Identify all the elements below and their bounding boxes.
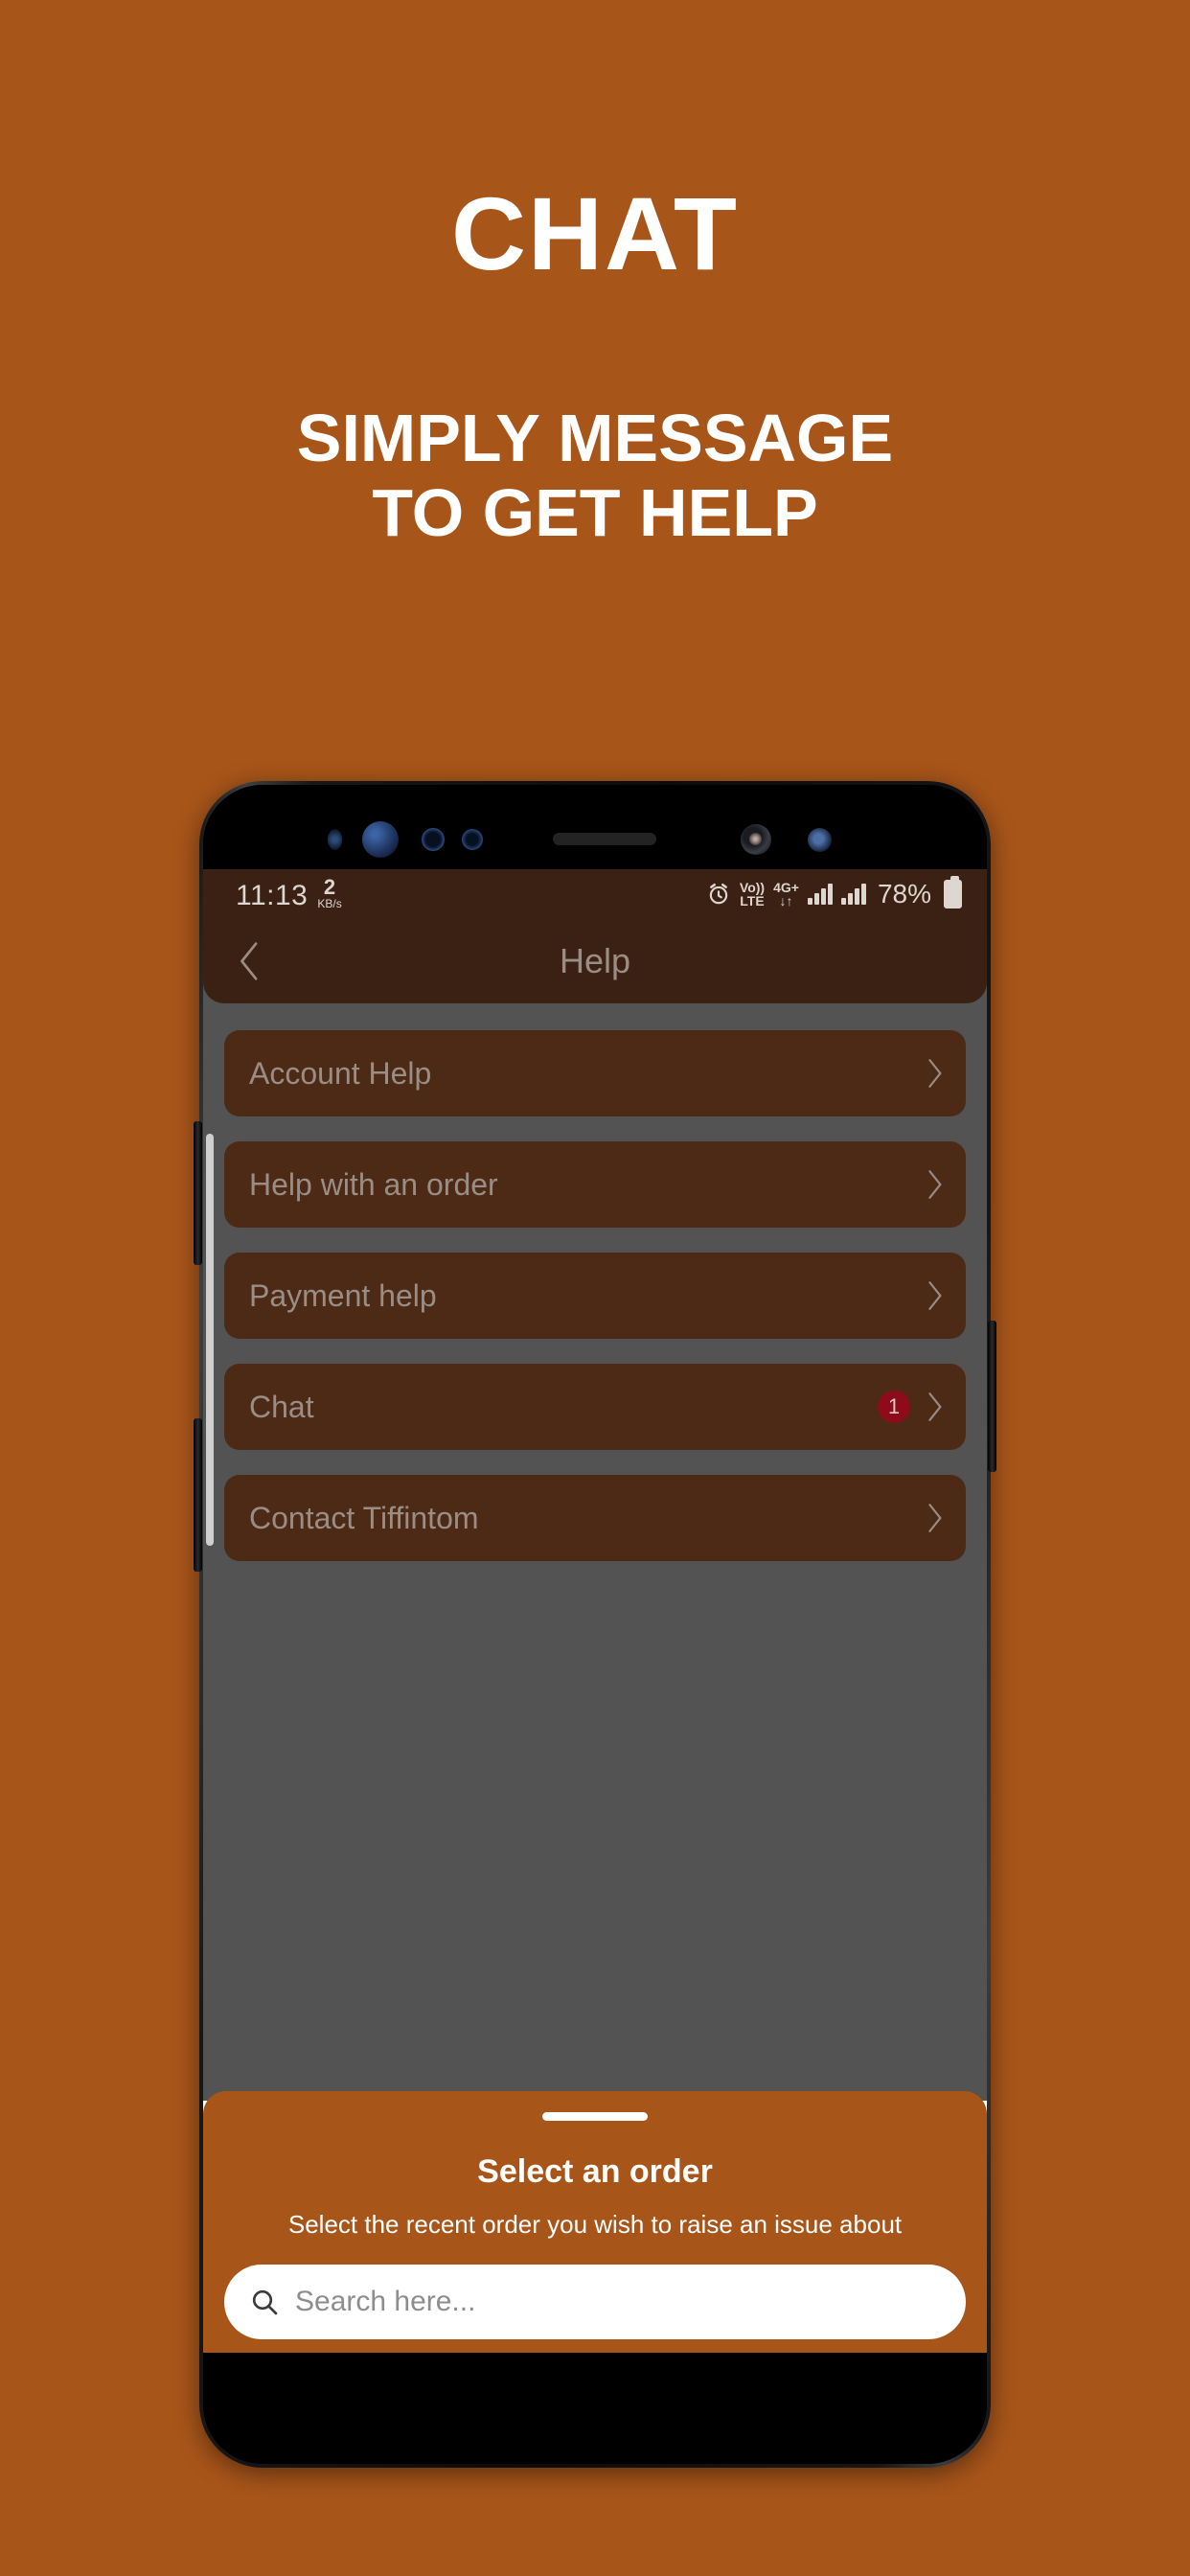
signal-bars-icon-sim1 bbox=[807, 884, 833, 905]
menu-item-payment-help[interactable]: Payment help bbox=[224, 1253, 966, 1339]
promo-subtitle-line-1: SIMPLY MESSAGE bbox=[296, 401, 894, 475]
status-bar-right: Vo)) LTE 4G+ ↓↑ 78% bbox=[706, 876, 962, 909]
app-bar: Help bbox=[203, 919, 987, 1003]
search-icon bbox=[252, 2289, 278, 2315]
vertical-scrollbar[interactable] bbox=[206, 1134, 214, 1546]
secondary-camera-icon bbox=[808, 828, 832, 852]
promo-title: CHAT bbox=[451, 175, 739, 291]
select-order-bottom-sheet: Select an order Select the recent order … bbox=[203, 2091, 987, 2353]
phone-device-mockup: 11:13 2 KB/s Vo)) LTE 4G+ ↓↑ 78% Help Ac… bbox=[199, 781, 991, 2468]
volte-icon: Vo)) LTE bbox=[740, 881, 765, 908]
menu-item-help-with-an-order[interactable]: Help with an order bbox=[224, 1141, 966, 1228]
chevron-right-icon bbox=[928, 1504, 942, 1532]
help-page: 11:13 2 KB/s Vo)) LTE 4G+ ↓↑ 78% Help Ac… bbox=[203, 869, 987, 2101]
alarm-icon bbox=[709, 883, 728, 905]
promo-text-block: CHAT SIMPLY MESSAGE TO GET HELP bbox=[0, 0, 1190, 551]
volte-line-2: LTE bbox=[740, 893, 765, 908]
sheet-title: Select an order bbox=[477, 2153, 713, 2190]
network-line-1: 4G+ bbox=[773, 880, 799, 895]
menu-item-label: Contact Tiffintom bbox=[249, 1500, 479, 1535]
promo-subtitle-line-2: TO GET HELP bbox=[372, 475, 818, 551]
menu-item-label: Chat bbox=[249, 1389, 314, 1424]
data-rate-unit: KB/s bbox=[317, 896, 342, 910]
menu-item-chat[interactable]: Chat 1 bbox=[224, 1364, 966, 1450]
chevron-right-icon bbox=[928, 1170, 942, 1199]
phone-top-bezel bbox=[203, 785, 987, 869]
status-time: 11:13 bbox=[236, 879, 309, 911]
chevron-right-icon bbox=[928, 1059, 942, 1088]
promo-subtitle: SIMPLY MESSAGE TO GET HELP bbox=[0, 401, 1190, 551]
volte-line-1: Vo)) bbox=[739, 880, 766, 895]
bottom-sheet-header: Select an order Select the recent order … bbox=[203, 2091, 987, 2353]
data-rate-value: 2 bbox=[323, 874, 336, 899]
network-line-2: ↓↑ bbox=[779, 893, 793, 908]
app-screen: 11:13 2 KB/s Vo)) LTE 4G+ ↓↑ 78% Help Ac… bbox=[203, 869, 987, 2353]
menu-item-account-help[interactable]: Account Help bbox=[224, 1030, 966, 1116]
page-title: Help bbox=[559, 941, 631, 980]
phone-screen-container: 11:13 2 KB/s Vo)) LTE 4G+ ↓↑ 78% Help Ac… bbox=[203, 785, 987, 2464]
menu-item-contact-tiffintom[interactable]: Contact Tiffintom bbox=[224, 1475, 966, 1561]
menu-item-label: Payment help bbox=[249, 1277, 437, 1313]
power-button[interactable] bbox=[988, 1321, 996, 1472]
proximity-sensor-icon bbox=[422, 828, 445, 851]
chevron-right-icon bbox=[928, 1392, 942, 1421]
phone-bottom-bezel bbox=[203, 2353, 987, 2464]
sheet-subtitle: Select the recent order you wish to rais… bbox=[287, 2210, 903, 2239]
light-sensor-icon bbox=[328, 829, 342, 850]
help-menu-list: Account Help Help with an order Payment … bbox=[203, 1003, 987, 1561]
earpiece-speaker bbox=[553, 833, 656, 845]
front-camera-icon bbox=[741, 824, 771, 855]
battery-icon bbox=[944, 876, 962, 908]
iris-scanner-icon bbox=[362, 821, 399, 858]
sheet-drag-handle[interactable] bbox=[542, 2112, 648, 2121]
search-bar-wrapper: Search here... bbox=[203, 2265, 987, 2339]
search-bar[interactable]: Search here... bbox=[224, 2265, 966, 2339]
menu-item-label: Help with an order bbox=[249, 1166, 498, 1202]
data-rate-indicator: 2 KB/s bbox=[317, 874, 342, 912]
status-bar: 11:13 2 KB/s Vo)) LTE 4G+ ↓↑ 78% bbox=[203, 869, 987, 919]
network-type-icon: 4G+ ↓↑ bbox=[773, 881, 799, 908]
chat-unread-badge: 1 bbox=[878, 1391, 910, 1423]
back-button[interactable] bbox=[228, 939, 272, 983]
front-flash-icon bbox=[462, 829, 483, 850]
status-bar-left: 11:13 2 KB/s bbox=[236, 874, 342, 912]
menu-item-label: Account Help bbox=[249, 1055, 432, 1091]
signal-bars-icon-sim2 bbox=[840, 884, 866, 905]
chevron-right-icon bbox=[928, 1281, 942, 1310]
search-input[interactable]: Search here... bbox=[295, 2286, 475, 2318]
volume-up-button[interactable] bbox=[194, 1121, 202, 1265]
battery-percent: 78% bbox=[877, 879, 931, 908]
volume-down-button[interactable] bbox=[194, 1418, 202, 1572]
chevron-left-icon bbox=[240, 942, 258, 980]
